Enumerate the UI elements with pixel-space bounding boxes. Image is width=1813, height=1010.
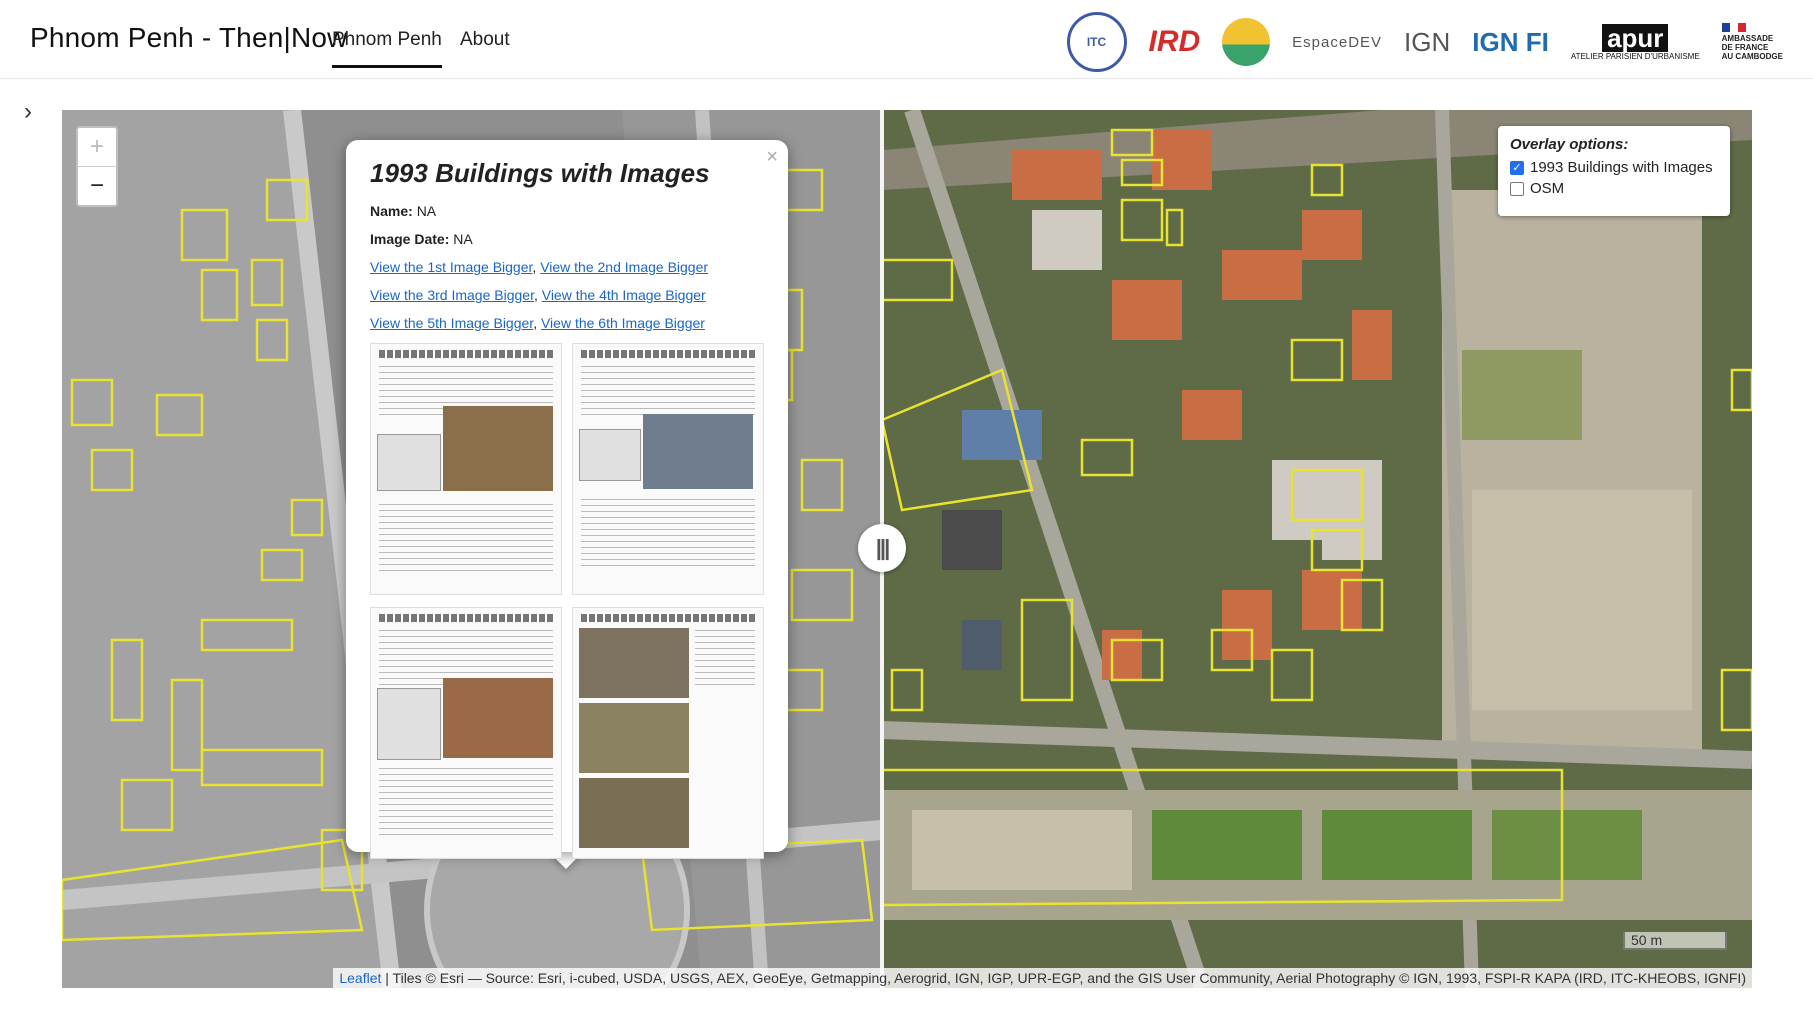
overlay-option-buildings[interactable]: ✓ 1993 Buildings with Images [1510, 159, 1718, 176]
site-title[interactable]: Phnom Penh - Then|Now [30, 22, 348, 54]
view-image-6-link[interactable]: View the 6th Image Bigger [541, 315, 705, 331]
view-image-1-link[interactable]: View the 1st Image Bigger [370, 259, 532, 275]
sun-logo [1222, 18, 1271, 66]
partner-logos: ITC IRD EspaceDEV IGN IGN FI apur ATELIE… [1066, 12, 1783, 72]
overlay-options-panel: Overlay options: ✓ 1993 Buildings with I… [1498, 126, 1730, 216]
ign-logo: IGN [1404, 29, 1450, 55]
building-popup: × 1993 Buildings with Images Name: NA Im… [346, 140, 788, 859]
view-image-4-link[interactable]: View the 4th Image Bigger [542, 287, 706, 303]
buildings-checkbox[interactable]: ✓ [1510, 160, 1524, 175]
nav-phnom-penh[interactable]: Phnom Penh [332, 29, 442, 68]
itc-logo: ITC [1066, 12, 1127, 72]
buildings-option-label[interactable]: 1993 Buildings with Images [1530, 159, 1713, 176]
ign-fi-logo: IGN FI [1472, 26, 1549, 57]
espace-dev-logo: EspaceDEV [1292, 34, 1382, 51]
close-icon[interactable]: × [766, 146, 778, 169]
french-flag-icon [1721, 23, 1746, 32]
osm-option-label[interactable]: OSM [1530, 180, 1564, 197]
image-links-row-1: View the 1st Image Bigger, View the 2nd … [370, 259, 709, 275]
image-date-value: NA [453, 231, 473, 247]
embassy-line-2: DE FRANCE [1721, 43, 1769, 52]
name-label: Name: [370, 203, 413, 219]
espace-dev-text: EspaceDEV [1292, 33, 1383, 51]
document-thumbnail-1[interactable] [370, 343, 562, 595]
apur-logo: apur ATELIER PARISIEN D'URBANISME [1570, 23, 1700, 61]
map-now-pane[interactable] [880, 110, 1752, 988]
map-attribution: Leaflet | Tiles © Esri — Source: Esri, i… [333, 968, 1752, 988]
popup-title: 1993 Buildings with Images [370, 158, 710, 188]
document-thumbnail-4[interactable] [572, 607, 764, 859]
document-thumbnail-2[interactable] [572, 343, 764, 595]
zoom-out-button[interactable]: − [78, 167, 116, 205]
chevron-right-icon[interactable]: › [24, 98, 32, 126]
osm-checkbox[interactable] [1510, 181, 1524, 196]
scale-bar: 50 m [1623, 932, 1727, 950]
embassy-line-3: AU CAMBODGE [1721, 52, 1783, 61]
overlay-options-title: Overlay options: [1510, 136, 1629, 153]
document-thumbnails [370, 343, 764, 859]
map-container[interactable]: ||| + − × 1993 Buildings with Images Nam… [62, 110, 1752, 988]
nav-about[interactable]: About [460, 29, 510, 51]
swipe-handle[interactable]: ||| [858, 524, 906, 572]
image-date-field: Image Date: NA [370, 231, 764, 247]
ign-logo-text: IGN [1404, 27, 1451, 57]
leaflet-link[interactable]: Leaflet [339, 970, 381, 986]
map-satellite-imagery [880, 110, 1752, 988]
apur-logo-text: apur [1602, 23, 1669, 52]
apur-logo-subtitle: ATELIER PARISIEN D'URBANISME [1570, 51, 1700, 61]
ird-logo-text: IRD [1148, 25, 1201, 58]
name-field: Name: NA [370, 203, 764, 219]
image-date-label: Image Date: [370, 231, 450, 247]
app-header: Phnom Penh - Then|Now Phnom Penh About I… [0, 0, 1813, 79]
embassy-logo: AMBASSADE DE FRANCE AU CAMBODGE [1721, 23, 1783, 61]
view-image-2-link[interactable]: View the 2nd Image Bigger [540, 259, 708, 275]
overlay-option-osm[interactable]: OSM [1510, 180, 1718, 197]
attribution-text: | Tiles © Esri — Source: Esri, i-cubed, … [381, 970, 1746, 986]
document-thumbnail-3[interactable] [370, 607, 562, 859]
zoom-control: + − [76, 126, 118, 207]
embassy-line-1: AMBASSADE [1721, 34, 1774, 43]
name-value: NA [416, 203, 437, 219]
ird-logo: IRD [1148, 25, 1201, 58]
view-image-3-link[interactable]: View the 3rd Image Bigger [370, 287, 534, 303]
zoom-in-button[interactable]: + [78, 128, 116, 167]
image-links-row-2: View the 3rd Image Bigger, View the 4th … [370, 287, 706, 303]
view-image-5-link[interactable]: View the 5th Image Bigger [370, 315, 533, 331]
image-links-row-3: View the 5th Image Bigger, View the 6th … [370, 315, 705, 331]
